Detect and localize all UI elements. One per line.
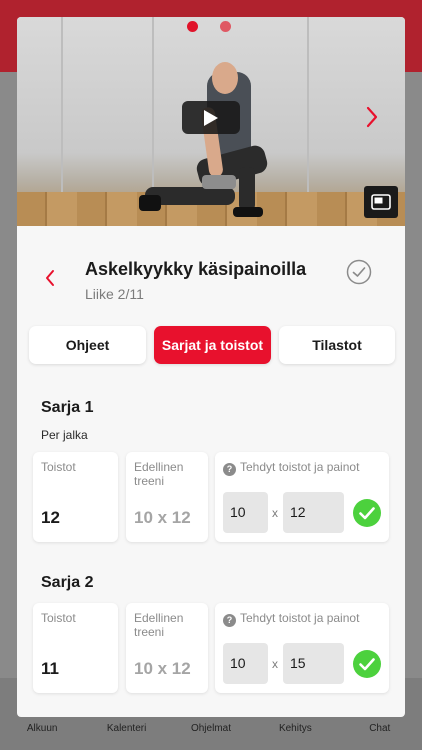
slide-dot-active[interactable] — [187, 21, 198, 32]
completed-reps-card: ? Tehdyt toistot ja painot 10 x 15 — [215, 603, 389, 693]
completed-reps-label-text: Tehdyt toistot ja painot — [240, 611, 360, 625]
completed-reps-label-text: Tehdyt toistot ja painot — [240, 460, 360, 474]
previous-workout-value: 10 x 12 — [134, 659, 191, 678]
confirm-check-icon[interactable] — [353, 650, 381, 678]
times-sign: x — [272, 657, 278, 671]
tab-calendar-label: Kalenteri — [106, 723, 147, 734]
reps-card: Toistot 12 — [33, 452, 118, 542]
wall-panel-line — [61, 17, 63, 192]
slide-indicator — [187, 21, 231, 32]
previous-workout-card: Edellinen treeni 10 x 12 — [126, 603, 208, 693]
tab-progress-label: Kehitys — [278, 723, 312, 734]
reps-value: 12 — [41, 508, 60, 527]
picture-in-picture-icon — [371, 194, 391, 210]
reps-input[interactable]: 12 — [283, 492, 344, 533]
person-head — [212, 62, 238, 94]
help-icon[interactable]: ? — [223, 614, 236, 627]
play-icon — [204, 109, 218, 126]
back-chevron-icon[interactable] — [43, 268, 57, 288]
reps-input[interactable]: 15 — [283, 643, 344, 684]
exercise-modal: Askelkyykky käsipainoilla Liike 2/11 Ohj… — [17, 17, 405, 717]
exercise-title: Askelkyykky käsipainoilla — [85, 259, 307, 279]
wall-panel-line — [152, 17, 154, 192]
person-front-shoe — [233, 207, 263, 217]
reps-value: 11 — [41, 659, 59, 678]
reps-card: Toistot 11 — [33, 603, 118, 693]
set-title: Sarja 1 — [41, 399, 94, 416]
next-slide-chevron-icon[interactable] — [363, 105, 381, 129]
set-note: Per jalka — [41, 428, 88, 442]
completed-reps-label: ? Tehdyt toistot ja painot — [223, 460, 359, 476]
previous-workout-value: 10 x 12 — [134, 508, 191, 527]
wall-panel-line — [307, 17, 309, 192]
tab-chat-label: Chat — [369, 723, 391, 734]
play-button[interactable] — [182, 101, 240, 134]
set-title: Sarja 2 — [41, 574, 94, 591]
dumbbell — [202, 175, 236, 189]
completed-reps-card: ? Tehdyt toistot ja painot 10 x 12 — [215, 452, 389, 542]
previous-workout-card: Edellinen treeni 10 x 12 — [126, 452, 208, 542]
tab-home-label: Alkuun — [26, 723, 58, 734]
mark-done-check-icon[interactable] — [346, 259, 372, 285]
completed-reps-label: ? Tehdyt toistot ja painot — [223, 611, 359, 627]
exercise-counter: Liike 2/11 — [85, 286, 144, 302]
previous-workout-label: Edellinen treeni — [134, 611, 184, 639]
reps-label: Toistot — [41, 460, 76, 474]
previous-workout-label: Edellinen treeni — [134, 460, 184, 488]
weight-input[interactable]: 10 — [223, 643, 268, 684]
section-tabs: Ohjeet Sarjat ja toistot Tilastot — [29, 326, 395, 364]
confirm-check-icon[interactable] — [353, 499, 381, 527]
person-front-shin — [239, 167, 255, 211]
slide-dot[interactable] — [220, 21, 231, 32]
tab-instructions[interactable]: Ohjeet — [29, 326, 146, 364]
exercise-video[interactable] — [17, 17, 405, 226]
picture-in-picture-button[interactable] — [364, 186, 398, 218]
help-icon[interactable]: ? — [223, 463, 236, 476]
tab-programs-label: Ohjelmat — [190, 723, 231, 734]
person-back-shoe — [139, 195, 161, 211]
reps-label: Toistot — [41, 611, 76, 625]
times-sign: x — [272, 506, 278, 520]
weight-input[interactable]: 10 — [223, 492, 268, 533]
tab-statistics[interactable]: Tilastot — [279, 326, 395, 364]
tab-sets-and-reps[interactable]: Sarjat ja toistot — [154, 326, 271, 364]
